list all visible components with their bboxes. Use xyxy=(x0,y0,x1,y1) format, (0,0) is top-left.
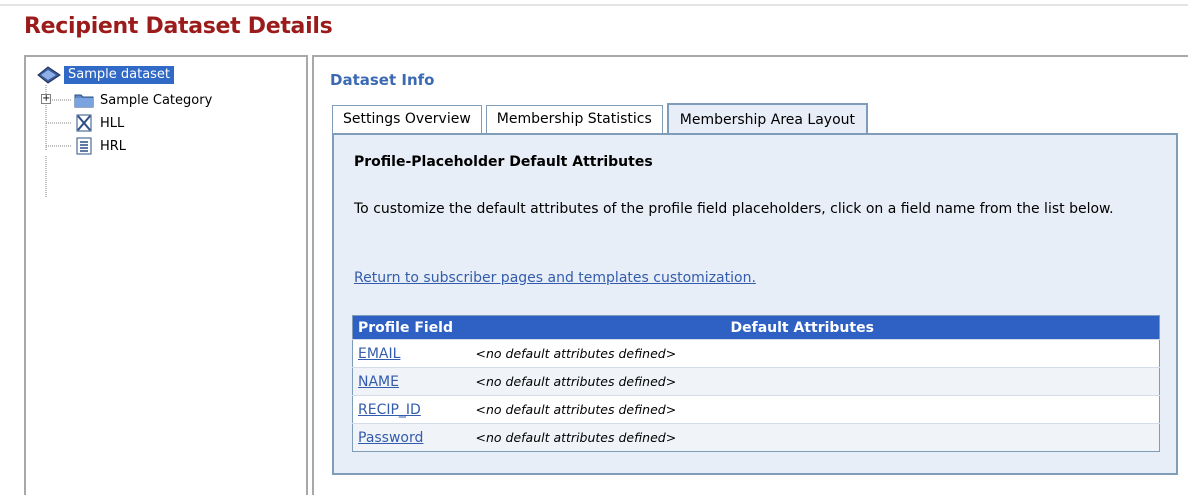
tree-item-label: HLL xyxy=(100,115,125,131)
dataset-icon xyxy=(37,66,61,84)
tab-membership-area-layout[interactable]: Membership Area Layout xyxy=(666,103,869,135)
tab-content: Profile-Placeholder Default Attributes T… xyxy=(332,133,1178,475)
column-header-default-attributes: Default Attributes xyxy=(470,315,1160,340)
section-title: Dataset Info xyxy=(330,71,435,89)
tree-item-sample-category[interactable]: Sample Category xyxy=(74,90,212,110)
list-document-icon xyxy=(76,137,92,155)
field-link-name[interactable]: NAME xyxy=(358,374,399,390)
attributes-cell: <no default attributes defined> xyxy=(470,367,1160,396)
instructions-text: To customize the default attributes of t… xyxy=(354,201,1114,217)
tree-item-hll[interactable]: HLL xyxy=(74,113,124,133)
table-row: EMAIL <no default attributes defined> xyxy=(352,339,1160,368)
field-link-email[interactable]: EMAIL xyxy=(358,346,400,362)
tree-item-label: Sample Category xyxy=(100,92,213,108)
tree-root-label[interactable]: Sample dataset xyxy=(64,66,175,84)
tree-panel: Sample dataset + Sample Category HLL HRL xyxy=(24,55,308,495)
table-header-row: Profile Field Default Attributes xyxy=(352,315,1160,340)
tree-root-node[interactable]: Sample dataset xyxy=(36,65,175,85)
folder-icon xyxy=(74,94,94,108)
column-header-profile-field: Profile Field xyxy=(352,315,471,340)
table-row: Password <no default attributes defined> xyxy=(352,423,1160,452)
tree-expander-sample-category[interactable]: + xyxy=(41,94,51,104)
field-link-password[interactable]: Password xyxy=(358,430,423,446)
attributes-cell: <no default attributes defined> xyxy=(470,339,1160,368)
table-row: NAME <no default attributes defined> xyxy=(352,367,1160,396)
field-name-cell: NAME xyxy=(352,367,471,396)
section-heading: Profile-Placeholder Default Attributes xyxy=(354,154,653,170)
field-link-recip-id[interactable]: RECIP_ID xyxy=(358,402,421,418)
details-panel: Dataset Info Settings Overview Membershi… xyxy=(312,55,1188,495)
profile-fields-table: Profile Field Default Attributes EMAIL <… xyxy=(352,315,1160,452)
tree-item-hrl[interactable]: HRL xyxy=(74,136,126,156)
attributes-cell: <no default attributes defined> xyxy=(470,423,1160,452)
return-link[interactable]: Return to subscriber pages and templates… xyxy=(354,270,756,286)
tab-membership-statistics[interactable]: Membership Statistics xyxy=(485,105,663,133)
field-name-cell: Password xyxy=(352,423,471,452)
table-row: RECIP_ID <no default attributes defined> xyxy=(352,395,1160,424)
tab-settings-overview[interactable]: Settings Overview xyxy=(332,105,482,133)
attributes-cell: <no default attributes defined> xyxy=(470,395,1160,424)
page-title: Recipient Dataset Details xyxy=(24,14,333,39)
top-divider xyxy=(0,4,1188,6)
field-name-cell: RECIP_ID xyxy=(352,395,471,424)
tab-bar: Settings Overview Membership Statistics … xyxy=(332,103,872,135)
tree-item-label: HRL xyxy=(100,138,127,154)
field-name-cell: EMAIL xyxy=(352,339,471,368)
list-crossed-icon xyxy=(76,114,92,132)
